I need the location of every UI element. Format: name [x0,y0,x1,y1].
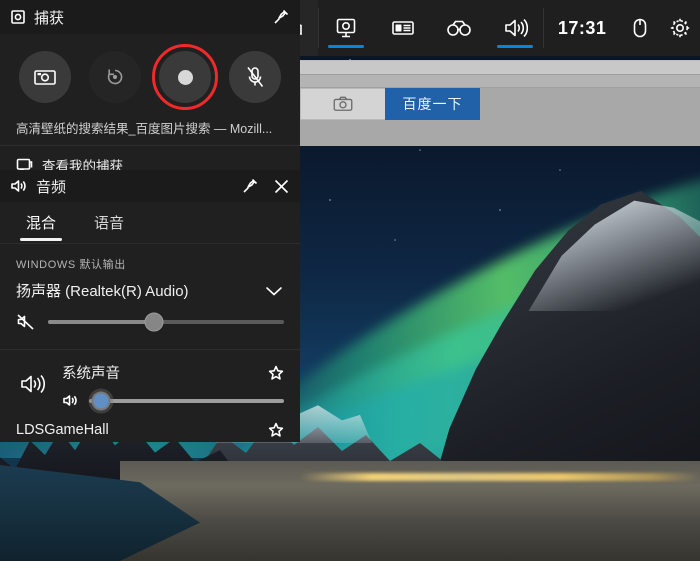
pin-icon[interactable] [272,8,290,26]
active-indicator [496,45,533,48]
capture-widget-button[interactable] [318,0,374,56]
mouse-settings-button[interactable] [620,0,660,56]
capture-widget-titlebar: 捕获 [0,0,300,34]
speaker-loud-icon [21,374,45,394]
app-icon-wrapper [16,362,50,396]
audio-tabs: 混合 语音 [0,202,300,244]
slider-thumb[interactable] [91,391,111,410]
capture-buttons-row [0,38,300,112]
capture-widget: 捕获 高清壁纸的搜索结果_百度图片搜索 — Mozill... 查看我的捕获 [0,0,300,174]
browser-window: 百度一下 [300,60,700,146]
gear-icon [670,18,690,38]
wallpaper-town-lights [300,473,700,481]
default-output-section: WINDOWS 默认输出 扬声器 (Realtek(R) Audio) [0,244,300,337]
performance-icon [391,21,414,35]
chevron-down-icon [266,286,282,296]
speaker-small-icon[interactable] [62,393,79,408]
camera-icon [34,70,56,85]
app-volume-slider-row [62,391,284,410]
app-name: LDSGameHall [16,422,109,438]
capture-monitor-icon [337,18,356,38]
app-volume-row: 系统声音 [0,350,300,410]
star-outline-icon[interactable] [268,422,284,438]
audio-widget: 音频 混合 语音 WINDOWS 默认输出 扬声器 (Realtek(R) Au… [0,170,300,442]
app-volume-slider[interactable] [89,391,284,410]
master-volume-row [16,312,284,332]
speaker-icon [505,18,528,38]
search-camera-button[interactable] [300,88,385,120]
output-device-name: 扬声器 (Realtek(R) Audio) [16,283,189,300]
pin-icon[interactable] [241,177,259,195]
record-last-30-seconds-button[interactable] [89,51,141,103]
capture-widget-body: 高清壁纸的搜索结果_百度图片搜索 — Mozill... 查看我的捕获 [0,34,300,184]
audio-widget-titlebar: 音频 [0,170,300,202]
tab-voice[interactable]: 语音 [88,208,130,243]
start-recording-button[interactable] [152,44,218,110]
audio-widget-title: 音频 [36,178,67,196]
screenshot-button[interactable] [19,51,71,103]
audio-widget-button[interactable] [487,0,543,56]
capture-widget-title: 捕获 [34,9,65,27]
baidu-search-button[interactable]: 百度一下 [385,88,480,120]
performance-widget-button[interactable] [375,0,431,56]
slider-thumb[interactable] [144,312,164,332]
default-output-label: WINDOWS 默认输出 [16,259,126,271]
app-volume-row: LDSGameHall [0,408,300,438]
mouse-icon [633,18,647,38]
clock: 17:31 [557,17,607,38]
close-icon[interactable] [273,178,290,195]
record-history-icon [107,69,123,85]
speaker-icon [11,180,26,192]
master-volume-slider[interactable] [48,312,284,332]
browser-content-area [300,121,700,146]
star-outline-icon[interactable] [268,365,284,381]
camera-icon [333,96,353,111]
mute-icon[interactable] [16,313,36,331]
app-volume-main: 系统声音 [62,362,284,410]
record-dot-icon [177,69,193,85]
looking-for-group-button[interactable] [431,0,487,56]
browser-toolbar-strip [300,61,700,75]
output-device-selector[interactable]: 扬声器 (Realtek(R) Audio) [16,280,284,301]
settings-button[interactable] [660,0,700,56]
app-header: 系统声音 [62,362,284,383]
app-name: 系统声音 [62,366,120,382]
capture-icon [11,10,25,24]
tab-mix[interactable]: 混合 [20,208,63,243]
capture-target-filename: 高清壁纸的搜索结果_百度图片搜索 — Mozill... [16,122,273,136]
browser-search-row: 百度一下 [300,88,700,120]
binoculars-icon [446,20,471,36]
mic-muted-icon [247,67,264,87]
game-bar-toolbar: 17:31 [265,0,700,56]
active-indicator [328,45,365,48]
browser-tabstrip [300,75,700,88]
toggle-microphone-button[interactable] [229,51,281,103]
